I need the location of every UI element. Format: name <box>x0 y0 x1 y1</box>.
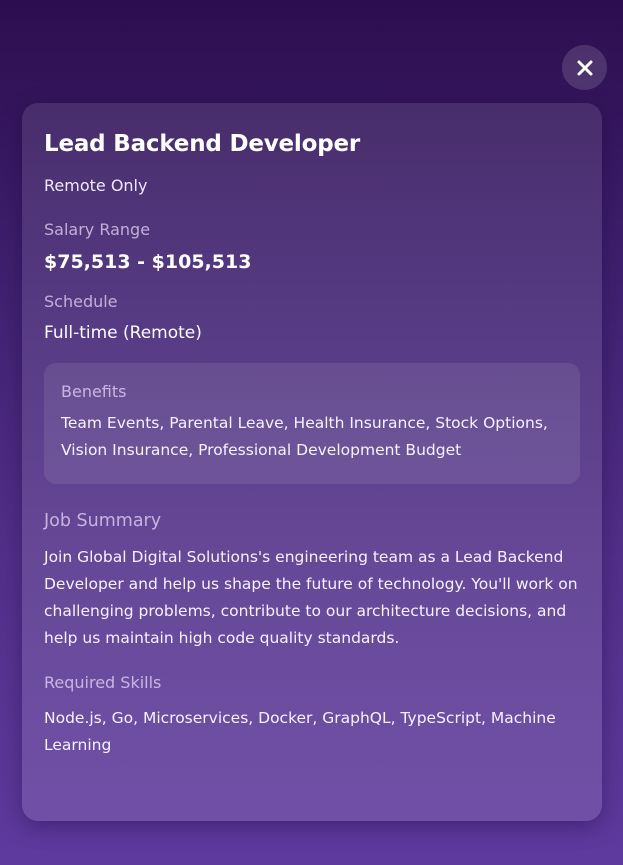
job-detail-card: Lead Backend Developer Remote Only Salar… <box>22 103 602 821</box>
benefits-section: Benefits Team Events, Parental Leave, He… <box>44 363 580 484</box>
benefits-text: Team Events, Parental Leave, Health Insu… <box>61 414 548 459</box>
required-skills-label: Required Skills <box>44 673 162 692</box>
job-title: Lead Backend Developer <box>44 131 361 157</box>
job-summary-text: Join Global Digital Solutions's engineer… <box>44 548 578 647</box>
schedule-value: Full-time (Remote) <box>44 323 202 343</box>
schedule-label: Schedule <box>44 292 118 311</box>
job-summary-heading: Job Summary <box>44 511 162 531</box>
salary-value: $75,513 - $105,513 <box>44 251 252 273</box>
close-button[interactable] <box>562 45 607 90</box>
required-skills-text: Node.js, Go, Microservices, Docker, Grap… <box>44 709 556 754</box>
job-location: Remote Only <box>44 176 148 195</box>
benefits-label: Benefits <box>61 382 127 401</box>
salary-label: Salary Range <box>44 220 151 239</box>
close-icon <box>577 60 592 75</box>
